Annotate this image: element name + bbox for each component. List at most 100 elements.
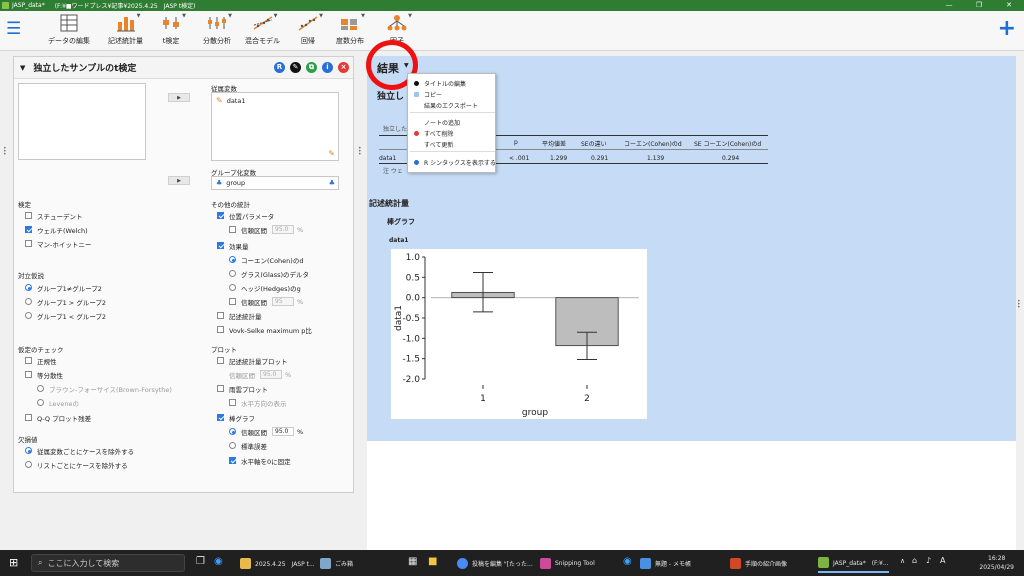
barplot-ci-radio[interactable]: 信頼区間 95.0% (229, 427, 303, 437)
ribbon-regression-button[interactable]: ▼ 回帰 (297, 13, 323, 48)
move-to-dependent-button[interactable]: ▶ (168, 93, 190, 102)
descriptives-checkbox[interactable]: 記述統計量 (217, 311, 262, 321)
taskbar-item-explorer[interactable]: 2025.4.25 JASP t... (240, 553, 315, 573)
menu-add-note[interactable]: ノートの追加 (414, 118, 460, 127)
ribbon-frequencies-button[interactable]: ▼ 度数分布 (336, 13, 365, 48)
standard-error-radio[interactable]: 標準誤差 (229, 441, 267, 451)
welch-checkbox[interactable]: ウェルチ(Welch) (25, 225, 88, 235)
qq-plot-checkbox[interactable]: Q-Q プロット残差 (25, 413, 91, 423)
taskbar-search-box[interactable]: ⌕ ここに入力して検索 (31, 554, 185, 572)
x-tick-label: 2 (584, 394, 590, 404)
hedges-g-radio[interactable]: ヘッジ(Hedges)のg (229, 283, 301, 293)
menu-remove-all[interactable]: すべて削除 (414, 129, 453, 138)
move-to-grouping-button[interactable]: ▶ (168, 176, 190, 185)
ribbon-label: 回帰 (301, 37, 315, 45)
missing-listwise-radio[interactable]: リストごとにケースを除外する (25, 460, 128, 470)
brown-forsythe-radio[interactable]: ブラウン-フォーサイス(Brown-Forsythe) (37, 384, 172, 394)
close-window-button[interactable]: ✕ (994, 0, 1024, 11)
folder-icon (240, 557, 251, 569)
location-ci-field[interactable]: 95.0 (272, 225, 294, 234)
edge-browser-icon[interactable]: ◉ (623, 556, 632, 567)
bar-plot-checkbox[interactable]: 棒グラフ (217, 413, 255, 423)
title-bar: JASP_data* (F:¥■ワードプレス¥記事¥2025.4.25 JASP… (0, 0, 1024, 11)
menu-edit-title[interactable]: タイトルの編集 (414, 79, 466, 88)
speaker-icon[interactable]: ♪ (926, 556, 931, 565)
menu-show-r-syntax[interactable]: R シンタックスを表示する (414, 158, 496, 167)
task-view-icon[interactable]: ❐ (196, 556, 205, 567)
ribbon-label: 記述統計量 (108, 37, 143, 45)
fix-axis-zero-checkbox[interactable]: 水平軸を0に固定 (229, 456, 291, 466)
vovk-sellke-checkbox[interactable]: Vovk-Selke maximum p比 (217, 325, 312, 335)
minimize-button[interactable]: — (934, 0, 964, 11)
location-parameter-checkbox[interactable]: 位置パラメータ (217, 211, 274, 221)
alt-two-sided-radio[interactable]: グループ1≠グループ2 (25, 283, 102, 293)
menu-refresh-all[interactable]: すべて更新 (414, 140, 453, 149)
descriptives-plot-checkbox[interactable]: 記述統計量プロット (217, 356, 288, 366)
raincloud-plot-checkbox[interactable]: 雨雲プロット (217, 384, 268, 394)
menu-copy[interactable]: コピー (414, 90, 442, 99)
descplot-ci-label: 信頼区間 95.0% (229, 370, 292, 380)
taskbar-item-jasp[interactable]: JASP_data* (F:¥... (818, 553, 889, 573)
missing-per-variable-radio[interactable]: 従属変数ごとにケースを除外する (25, 446, 134, 456)
grouping-variable-field[interactable]: ♣ group ♣ (211, 176, 339, 190)
windows-start-icon[interactable]: ⊞ (9, 556, 18, 569)
file-explorer-icon[interactable]: ■ (428, 556, 437, 567)
list-item[interactable]: ✎ data1 (216, 96, 338, 105)
mixed-model-icon: ▼ (252, 13, 278, 32)
remove-analysis-icon[interactable]: × (338, 62, 349, 73)
bar-plot-svg: 1.0 0.5 0.0 -0.5 -1.0 -1.5 -2.0 1 2 group data1 (394, 253, 639, 418)
tray-overflow-icon[interactable]: ∧ (900, 557, 905, 565)
taskbar-item-snipping-tool[interactable]: Snipping Tool (540, 553, 595, 573)
factor-icon: ▼ (386, 13, 412, 32)
cohens-d-radio[interactable]: コーエン(Cohen)のd (229, 255, 303, 265)
alt-greater-radio[interactable]: グループ1 > グループ2 (25, 297, 106, 307)
splitter-handle-right[interactable]: • • • (1017, 299, 1021, 311)
alt-less-radio[interactable]: グループ1 < グループ2 (25, 311, 106, 321)
ribbon-label: 分散分析 (203, 37, 231, 45)
analysis-title[interactable]: 独立し (377, 89, 404, 102)
edge-icon[interactable]: ◉ (214, 556, 223, 567)
available-variables-list[interactable] (18, 83, 146, 160)
taskbar-clock[interactable]: 16:28 2025/04/29 (979, 554, 1014, 572)
cell-se-cohens-d: 0.294 (722, 155, 740, 162)
barplot-ci-field[interactable]: 95.0 (272, 427, 294, 436)
ribbon-mixed-models-button[interactable]: ▼ 混合モデル (245, 13, 280, 48)
ribbon-data-edit-button[interactable]: データの編集 (48, 14, 90, 48)
normality-checkbox[interactable]: 正規性 (25, 356, 57, 366)
taskbar-item-chrome[interactable]: 投稿を編集 "[たった... (457, 553, 533, 573)
mann-whitney-checkbox[interactable]: マン-ホイットニー (25, 239, 91, 249)
taskbar-item-recycle-bin[interactable]: ごみ箱 (320, 553, 353, 573)
student-checkbox[interactable]: スチューデント (25, 211, 83, 221)
add-module-plus-icon[interactable]: + (998, 18, 1016, 40)
taskbar-item-notepad[interactable]: 無題 - メモ帳 (640, 553, 691, 573)
calculator-icon[interactable]: ▦ (408, 556, 417, 567)
r-syntax-icon[interactable]: R (274, 62, 285, 73)
ribbon-ttest-button[interactable]: ▼ t検定 (160, 13, 186, 48)
duplicate-icon[interactable]: ⧉ (306, 62, 317, 73)
glass-delta-radio[interactable]: グラス(Glass)のデルタ (229, 269, 309, 279)
info-icon[interactable]: i (322, 62, 333, 73)
levene-radio[interactable]: Leveneの (37, 398, 79, 408)
edit-pencil-icon[interactable]: ✎ (290, 62, 301, 73)
splitter-handle-middle[interactable]: • • • (358, 146, 362, 158)
effect-size-checkbox[interactable]: 効果量 (217, 241, 249, 251)
network-icon[interactable]: ⌂ (912, 556, 917, 565)
recycle-bin-icon (320, 557, 331, 569)
splitter-handle-left[interactable]: • • • (3, 146, 7, 158)
dependent-variables-list[interactable]: ✎ data1 ✎ (211, 92, 339, 161)
effect-ci-field[interactable]: 95 (272, 297, 294, 306)
location-ci-checkbox[interactable]: 信頼区間 95.0% (229, 225, 303, 235)
horizontal-display-checkbox[interactable]: 水平方向の表示 (229, 398, 287, 408)
hamburger-menu-icon[interactable]: ☰ (6, 21, 22, 38)
ribbon-descriptives-button[interactable]: ▼ 記述統計量 (108, 13, 143, 48)
taskbar-item-powerpoint[interactable]: 手順の紹介画像 (730, 553, 787, 573)
equal-variance-checkbox[interactable]: 等分散性 (25, 370, 63, 380)
ime-indicator[interactable]: A (940, 556, 945, 565)
panel-header[interactable]: ▼ 独立したサンプルのt検定 R ✎ ⧉ i × (14, 57, 353, 79)
menu-export-results[interactable]: 結果のエクスポート (414, 101, 478, 110)
collapse-arrow-icon[interactable]: ▼ (20, 64, 25, 72)
effect-ci-checkbox[interactable]: 信頼区間 95% (229, 297, 303, 307)
maximize-button[interactable]: ❐ (964, 0, 994, 11)
ribbon-anova-button[interactable]: ▼ 分散分析 (203, 13, 232, 48)
descplot-ci-field[interactable]: 95.0 (260, 370, 282, 379)
